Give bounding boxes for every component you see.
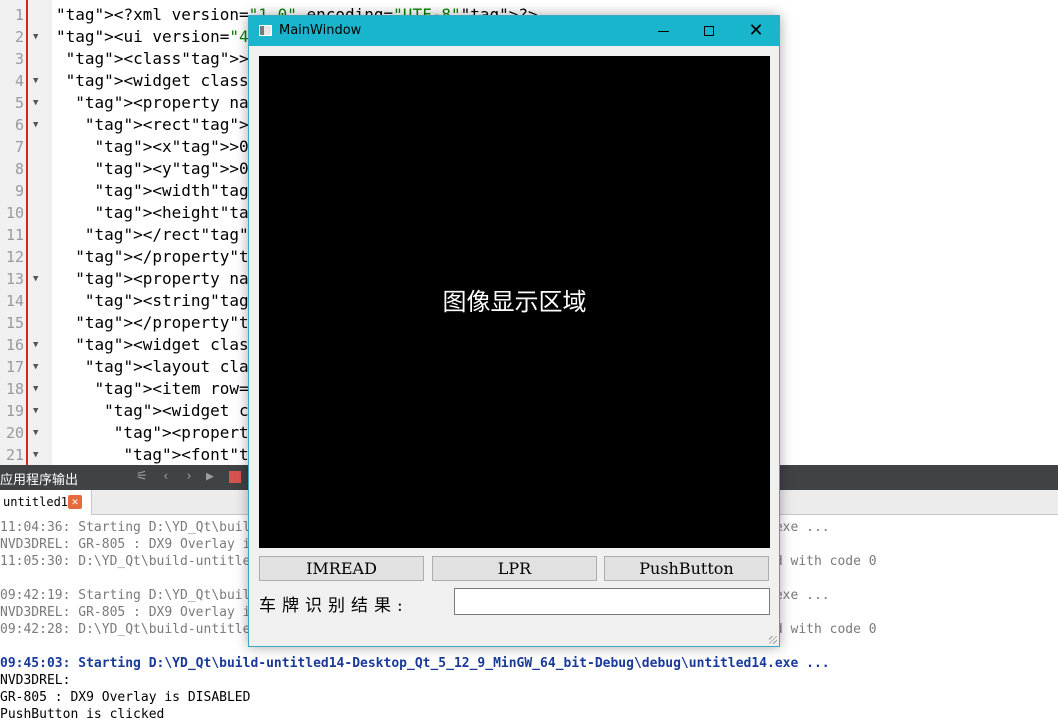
maximize-icon [704,26,714,36]
fold-marker-icon[interactable]: ▼ [33,334,38,356]
fold-marker-icon[interactable]: ▼ [33,268,38,290]
tab-untitled14[interactable]: untitled14 ✕ [0,490,92,515]
output-line: NVD3DREL: [0,673,71,688]
line-number: 12 [5,248,24,266]
push-button[interactable]: PushButton [604,556,769,581]
line-number: 4 [14,72,24,90]
window-titlebar[interactable]: MainWindow ✕ [249,16,779,46]
window-title: MainWindow [279,23,362,38]
output-panel-title: 应用程序输出 [0,473,79,488]
line-number: 10 [5,204,24,222]
line-number: 9 [14,182,24,200]
plate-result-label: 车牌识别结果: [259,596,409,616]
app-window-icon [259,25,272,36]
fold-marker-icon[interactable]: ▼ [33,422,38,444]
output-line: 09:45:03: Starting D:\YD_Qt\build-untitl… [0,656,830,671]
code-line: "tag"></rect"tag">> [84,225,268,244]
line-number: 18 [5,380,24,398]
line-number: 6 [14,116,24,134]
editor-change-marker [26,0,28,465]
line-number: 3 [14,50,24,68]
line-number: 14 [5,292,24,310]
line-number: 19 [5,402,24,420]
close-tab-icon[interactable]: ✕ [68,495,82,509]
minimize-icon [658,31,669,32]
code-line: "tag"><rect"tag">> [84,115,258,134]
lpr-button[interactable]: LPR [432,556,597,581]
line-number: 7 [14,138,24,156]
resize-grip-icon[interactable] [769,636,777,644]
next-item-icon[interactable]: › [185,469,193,484]
fold-marker-icon[interactable]: ▼ [33,378,38,400]
fold-marker-icon[interactable]: ▼ [33,92,38,114]
output-line: PushButton is clicked [0,707,165,722]
stop-icon[interactable] [229,471,241,483]
fold-marker-icon[interactable]: ▼ [33,26,38,48]
plate-result-field[interactable] [454,588,770,615]
imread-button[interactable]: IMREAD [259,556,424,581]
fold-marker-icon[interactable]: ▼ [33,114,38,136]
line-number: 16 [5,336,24,354]
line-number: 15 [5,314,24,332]
maximize-button[interactable] [687,16,733,46]
main-window[interactable]: MainWindow ✕ 图像显示区域 IMREAD LPR PushButto… [248,15,780,647]
line-number: 2 [14,28,24,46]
minimize-button[interactable] [641,16,687,46]
clear-output-icon[interactable]: ⚟ [136,469,148,484]
line-number: 1 [14,6,24,24]
line-number: 13 [5,270,24,288]
run-icon[interactable]: ▶ [206,469,214,484]
fold-marker-icon[interactable]: ▼ [33,444,38,466]
previous-item-icon[interactable]: ‹ [162,469,170,484]
line-number: 11 [5,226,24,244]
fold-marker-icon[interactable]: ▼ [33,70,38,92]
line-number: 8 [14,160,24,178]
tab-label: untitled14 [3,495,76,509]
line-number: 5 [14,94,24,112]
close-button[interactable]: ✕ [733,16,779,46]
line-number: 17 [5,358,24,376]
fold-marker-icon[interactable]: ▼ [33,400,38,422]
image-placeholder-text: 图像显示区域 [442,288,587,316]
fold-marker-icon[interactable]: ▼ [33,356,38,378]
image-display-area: 图像显示区域 [259,56,770,548]
line-number: 21 [5,446,24,464]
line-number: 20 [5,424,24,442]
output-line: GR-805 : DX9 Overlay is DISABLED [0,690,251,705]
